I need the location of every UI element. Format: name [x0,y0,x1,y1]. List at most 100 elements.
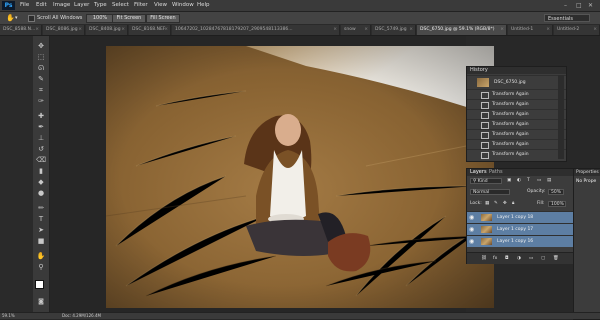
doc-tab[interactable]: DSC_8086.jpg × [43,25,85,35]
history-item[interactable]: Transform Again [467,119,566,129]
tab-history[interactable]: History [470,67,488,74]
history-item[interactable]: Transform Again [467,139,566,149]
history-item[interactable]: Transform Again [467,109,566,119]
menu-image[interactable]: Image [53,0,70,11]
history-item[interactable]: Transform Again [467,89,566,99]
clone-stamp-tool-icon[interactable]: ⊥ [36,134,46,142]
lock-position-icon[interactable]: ✥ [503,200,507,207]
doc-tab[interactable]: DSC_5749.jpg × [372,25,416,35]
lock-transparent-icon[interactable]: ▦ [485,200,489,207]
close-tab-icon[interactable]: × [593,25,597,35]
healing-brush-tool-icon[interactable]: ✚ [36,112,46,120]
doc-tab[interactable]: DSC_8408.jpg × [86,25,128,35]
fill-input[interactable]: 100% [548,201,566,207]
doc-tab[interactable]: Untitled-2 × [554,25,600,35]
zoom-level[interactable]: 59.1% [2,313,15,319]
pen-tool-icon[interactable]: ✏ [36,204,46,212]
history-brush-tool-icon[interactable]: ↺ [36,145,46,153]
new-group-icon[interactable]: ▭ [529,255,533,262]
brush-tool-icon[interactable]: ✒ [36,123,46,131]
path-select-tool-icon[interactable]: ➤ [36,226,46,234]
eyedropper-tool-icon[interactable]: ✑ [36,97,46,105]
history-snapshot[interactable]: DSC_6750.jpg [467,75,566,89]
tool-preset-dropdown-icon[interactable]: ▾ [15,13,18,23]
visibility-eye-icon[interactable]: ◉ [469,224,474,235]
zoom-tool-icon[interactable]: ⚲ [36,263,46,271]
close-tab-icon[interactable]: × [35,25,39,35]
menu-window[interactable]: Window [172,0,194,11]
adjustment-layer-icon[interactable]: ◑ [517,255,521,262]
layer-row[interactable]: ◉ Layer 1 copy 17 [467,223,573,235]
hand-tool-icon[interactable]: ✋ [6,13,15,24]
doc-tab[interactable]: DSC_8588.N... × [0,25,42,35]
zoom-100-button[interactable]: 100% [86,14,114,23]
doc-tab[interactable]: Untitled-1 × [508,25,553,35]
history-item[interactable]: Transform Again [467,99,566,109]
filter-pixel-icon[interactable]: ▣ [507,177,511,184]
fill-screen-button[interactable]: Fill Screen [146,14,180,23]
lock-all-icon[interactable]: 🔒︎ [512,200,514,207]
quick-select-tool-icon[interactable]: ✎ [36,75,46,83]
close-tab-icon[interactable]: × [333,25,337,35]
filter-type-icon[interactable]: T [527,177,530,184]
close-tab-icon[interactable]: × [500,25,504,35]
quick-mask-icon[interactable]: ◙ [36,298,46,306]
menu-edit[interactable]: Edit [36,0,47,11]
type-tool-icon[interactable]: T [36,215,46,223]
history-scrollbar[interactable] [558,75,564,159]
lasso-tool-icon[interactable]: ᘏ [36,64,46,72]
tab-properties[interactable]: Properties [576,169,599,176]
close-tab-icon[interactable]: × [546,25,550,35]
layer-kind-filter[interactable]: ⚲ Kind [470,178,502,184]
menu-layer[interactable]: Layer [74,0,89,11]
move-tool-icon[interactable]: ✥ [36,42,46,50]
filter-smart-object-icon[interactable]: ▤ [547,177,551,184]
fit-screen-button[interactable]: Fit Screen [112,14,146,23]
close-tab-icon[interactable]: × [121,25,125,35]
lock-image-icon[interactable]: ✎ [494,200,498,207]
gradient-tool-icon[interactable]: ▮ [36,167,46,175]
doc-tab[interactable]: snow × [341,25,371,35]
add-mask-icon[interactable]: ◘ [505,255,509,262]
menu-filter[interactable]: Filter [134,0,148,11]
visibility-eye-icon[interactable]: ◉ [469,212,474,223]
menu-view[interactable]: View [154,0,167,11]
workspace-select[interactable]: Essentials [544,14,590,22]
document-canvas[interactable] [106,46,494,308]
doc-tab[interactable]: 10647202_10284767818179207_2909548113386… [172,25,340,35]
layer-row[interactable]: ◉ Layer 1 copy 18 [467,211,573,223]
menu-help[interactable]: Help [197,0,210,11]
blur-tool-icon[interactable]: ◆ [36,178,46,186]
foreground-color-swatch[interactable] [35,280,44,289]
opacity-input[interactable]: 50% [548,189,564,195]
menu-select[interactable]: Select [112,0,129,11]
minimize-icon[interactable]: – [564,2,567,9]
eraser-tool-icon[interactable]: ⌫ [36,156,46,164]
menu-type[interactable]: Type [94,0,107,11]
link-layers-icon[interactable]: ⛓ [481,255,487,262]
history-item[interactable]: Transform Again [467,149,566,159]
blend-mode-select[interactable]: Normal [470,189,510,195]
close-icon[interactable]: ✕ [588,2,593,9]
layer-row[interactable]: ◉ Layer 1 copy 16 [467,235,573,247]
crop-tool-icon[interactable]: ⌗ [36,86,46,94]
tab-paths[interactable]: Paths [489,169,503,176]
layer-style-icon[interactable]: fx [493,255,497,262]
doc-tab-active[interactable]: DSC_6750.jpg @ 59.1% (RGB/8*) × [417,25,507,35]
tab-layers[interactable]: Layers [470,169,487,176]
hand-tool-icon[interactable]: ✋ [36,252,46,260]
shape-tool-icon[interactable]: ■ [36,237,46,245]
marquee-tool-icon[interactable]: ⬚ [36,53,46,61]
visibility-eye-icon[interactable]: ◉ [469,236,474,247]
doc-tab[interactable]: DSC_8168.NEF × [129,25,171,35]
delete-layer-icon[interactable]: 🗑︎ [553,255,559,262]
filter-adjustment-icon[interactable]: ◐ [517,177,521,184]
close-tab-icon[interactable]: × [78,25,82,35]
maximize-icon[interactable]: □ [576,2,582,9]
history-item[interactable]: Transform Again [467,129,566,139]
menu-file[interactable]: File [20,0,29,11]
close-tab-icon[interactable]: × [409,25,413,35]
dodge-tool-icon[interactable]: ● [36,189,46,197]
close-tab-icon[interactable]: × [364,25,368,35]
new-layer-icon[interactable]: ▢ [541,255,545,262]
